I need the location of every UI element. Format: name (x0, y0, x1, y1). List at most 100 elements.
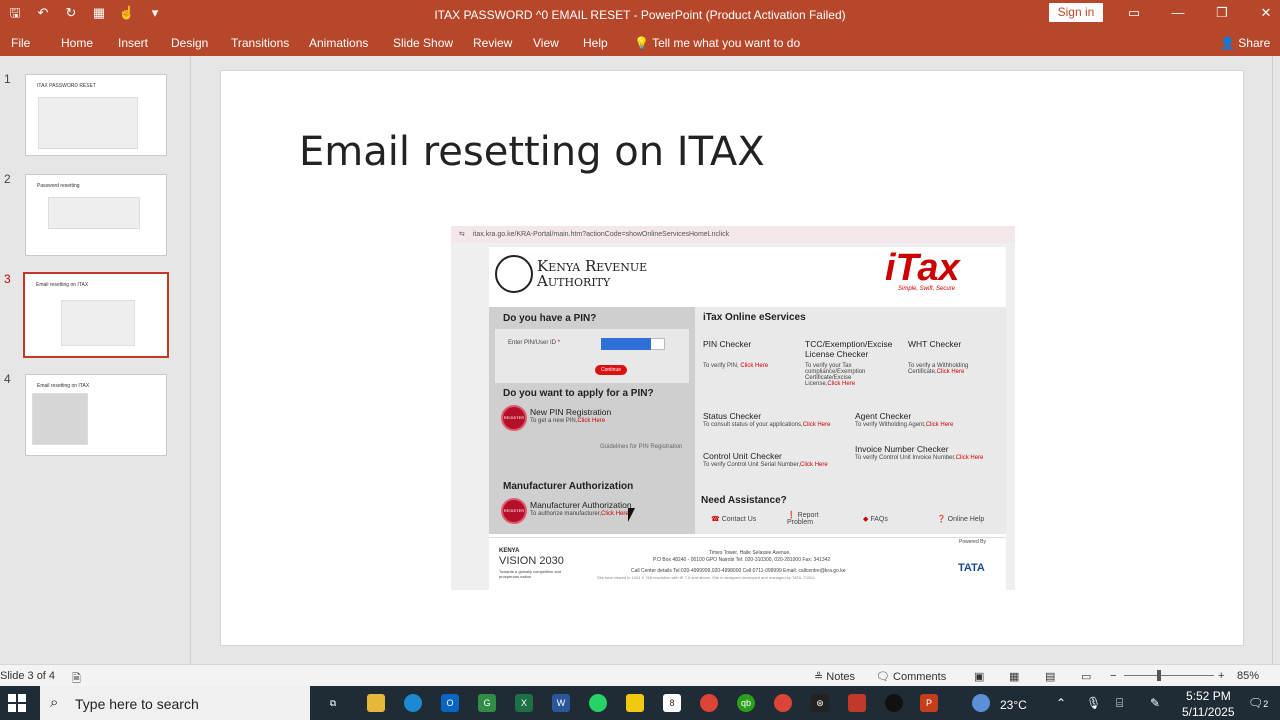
slide-thumbnail-4[interactable]: Email resetting on ITAX (25, 374, 167, 456)
close-button[interactable]: ✕ (1254, 4, 1278, 22)
normal-view-icon[interactable]: ▣ (974, 670, 984, 683)
slide-thumbnail-1[interactable]: ITAX PASSWORD RESET (25, 74, 167, 156)
edge-icon[interactable] (404, 694, 422, 712)
assistance-heading: Need Assistance? (701, 495, 787, 506)
tab-design[interactable]: Design (171, 36, 208, 50)
invoice-desc: To verify Control Unit Invoice Number,Cl… (855, 455, 984, 461)
power-bi-icon[interactable] (626, 694, 644, 712)
slideshow-icon[interactable]: ▭ (1081, 670, 1091, 683)
zoom-in-button[interactable]: + (1218, 670, 1224, 682)
faqs[interactable]: ◆ FAQs (863, 515, 888, 523)
windows-taskbar: ⌕ Type here to search ⧉ O G X W 8 qb ⊛ P… (0, 686, 1280, 720)
apply-pin-heading: Do you want to apply for a PIN? (503, 388, 654, 399)
temperature[interactable]: 23°C (1000, 698, 1027, 712)
notifications-icon[interactable]: 🗨2 (1248, 696, 1268, 710)
itax-screenshot[interactable]: ⇆ itax.kra.go.ke/KRA-Portal/main.htm?acti… (451, 226, 1015, 590)
obs-icon[interactable] (885, 694, 903, 712)
sign-in-button[interactable]: Sign in (1049, 3, 1103, 22)
tab-view[interactable]: View (533, 36, 559, 50)
share-button[interactable]: 👤 Share (1220, 36, 1270, 50)
slide-thumbnail-3[interactable]: Email resetting on ITAX (23, 272, 169, 358)
zoom-slider-thumb[interactable] (1157, 670, 1161, 681)
excel-icon[interactable]: X (515, 694, 533, 712)
pen-icon[interactable]: ✎ (1150, 696, 1160, 710)
ribbon-tabs: File Home Insert Design Transitions Anim… (0, 30, 1280, 56)
show-hidden-icons-icon[interactable]: ⌃ (1056, 696, 1066, 710)
slide-thumbnail-pane: 1 ITAX PASSWORD RESET 2 Password resetti… (0, 56, 191, 664)
footer-address-1: Times Tower, Haile Selassie Avenue, (709, 550, 791, 556)
control-unit-checker[interactable]: Control Unit Checker (703, 451, 782, 461)
geeksforgeeks-icon[interactable]: G (478, 694, 496, 712)
footer-address-4: Site best viewed in 1024 X 768 resolutio… (597, 575, 816, 580)
slide-thumbnail-2[interactable]: Password resetting (25, 174, 167, 256)
slide-canvas[interactable]: Email resetting on ITAX ⇆ itax.kra.go.ke/… (220, 70, 1244, 646)
have-pin-heading: Do you have a PIN? (503, 313, 597, 324)
whatsapp-icon[interactable] (589, 694, 607, 712)
ribbon-display-options-icon[interactable]: ▭ (1122, 4, 1146, 22)
register-icon[interactable]: REGISTER (501, 498, 527, 524)
tab-slide-show[interactable]: Slide Show (393, 36, 453, 50)
slide-sorter-icon[interactable]: ▦ (1009, 670, 1019, 683)
manufacturer-authorization[interactable]: Manufacturer Authorization (530, 500, 632, 510)
tab-insert[interactable]: Insert (118, 36, 148, 50)
tab-help[interactable]: Help (583, 36, 608, 50)
quickbooks-icon[interactable]: qb (737, 694, 755, 712)
zoom-level[interactable]: 85% (1237, 670, 1259, 682)
continue-button[interactable]: Continue (595, 365, 627, 375)
tab-file[interactable]: File (11, 36, 30, 50)
powerpoint-icon[interactable]: P (920, 694, 938, 712)
microphone-icon[interactable]: 🎙 (1086, 696, 1101, 710)
footer-address-2: P.O Box 48240 - 00100 GPO Nairobi Tel: 0… (653, 557, 831, 563)
chrome-icon[interactable] (700, 694, 718, 712)
tcc-checker[interactable]: TCC/Exemption/Excise License Checker (805, 339, 905, 359)
tab-transitions[interactable]: Transitions (231, 36, 289, 50)
minimize-button[interactable]: — (1166, 4, 1190, 22)
zoom-slider[interactable] (1124, 675, 1214, 676)
agent-desc: To verify Witholding Agent,Click Here (855, 422, 954, 428)
online-help[interactable]: ❓ Online Help (937, 515, 984, 523)
file-explorer-icon[interactable] (367, 694, 385, 712)
eservices-panel: iTax Online eServices PIN Checker To ver… (695, 307, 1006, 534)
register-icon[interactable]: REGISTER (501, 405, 527, 431)
taskbar-search-box[interactable]: ⌕ Type here to search (40, 686, 310, 720)
new-pin-desc: To get a new PIN,Click Here (530, 418, 606, 424)
manufacturer-heading: Manufacturer Authorization (503, 481, 634, 492)
itax-logo-text: iTax (885, 247, 960, 289)
wht-checker[interactable]: WHT Checker (908, 339, 961, 349)
clock-time[interactable]: 5:52 PM (1186, 689, 1231, 703)
tab-animations[interactable]: Animations (309, 36, 368, 50)
report-problem[interactable]: ❗ Report Problem (787, 511, 837, 526)
notepad-icon[interactable]: 8 (663, 694, 681, 712)
status-checker[interactable]: Status Checker (703, 411, 761, 421)
windows-start-icon[interactable] (8, 694, 26, 712)
network-icon[interactable]: ⌸ (1116, 696, 1123, 711)
maximize-button[interactable]: ❐ (1210, 4, 1234, 22)
kra-name: Kenya Revenue Authority (537, 259, 647, 289)
pin-checker[interactable]: PIN Checker (703, 339, 751, 349)
chatgpt-icon[interactable]: ⊛ (811, 694, 829, 712)
tab-home[interactable]: Home (61, 36, 93, 50)
new-pin-registration[interactable]: New PIN Registration (530, 407, 611, 417)
zoom-out-button[interactable]: − (1110, 670, 1116, 682)
reading-view-icon[interactable]: ▤ (1045, 670, 1055, 683)
tata-logo: TATA (958, 562, 985, 574)
contact-us[interactable]: ☎ Contact Us (711, 515, 756, 523)
tell-me-search[interactable]: 💡 Tell me what you want to do (634, 36, 800, 50)
app-icon[interactable] (848, 694, 866, 712)
guidelines-link[interactable]: Guidelines for PIN Registration (600, 444, 682, 450)
agent-checker[interactable]: Agent Checker (855, 411, 911, 421)
clock-date[interactable]: 5/11/2025 (1182, 705, 1235, 719)
comments-button[interactable]: 🗨 Comments (876, 670, 946, 683)
word-icon[interactable]: W (552, 694, 570, 712)
notes-button[interactable]: ≗ Notes (814, 670, 855, 683)
task-view-icon[interactable]: ⧉ (324, 694, 342, 712)
powered-by: Powered By (959, 539, 986, 545)
weather-icon[interactable] (972, 694, 990, 712)
invoice-checker[interactable]: Invoice Number Checker (855, 444, 949, 454)
vertical-scrollbar[interactable] (1272, 56, 1280, 664)
slide-title[interactable]: Email resetting on ITAX (299, 129, 765, 175)
chrome-profile-icon[interactable] (774, 694, 792, 712)
outlook-icon[interactable]: O (441, 694, 459, 712)
eservices-heading: iTax Online eServices (703, 312, 806, 323)
tab-review[interactable]: Review (473, 36, 512, 50)
